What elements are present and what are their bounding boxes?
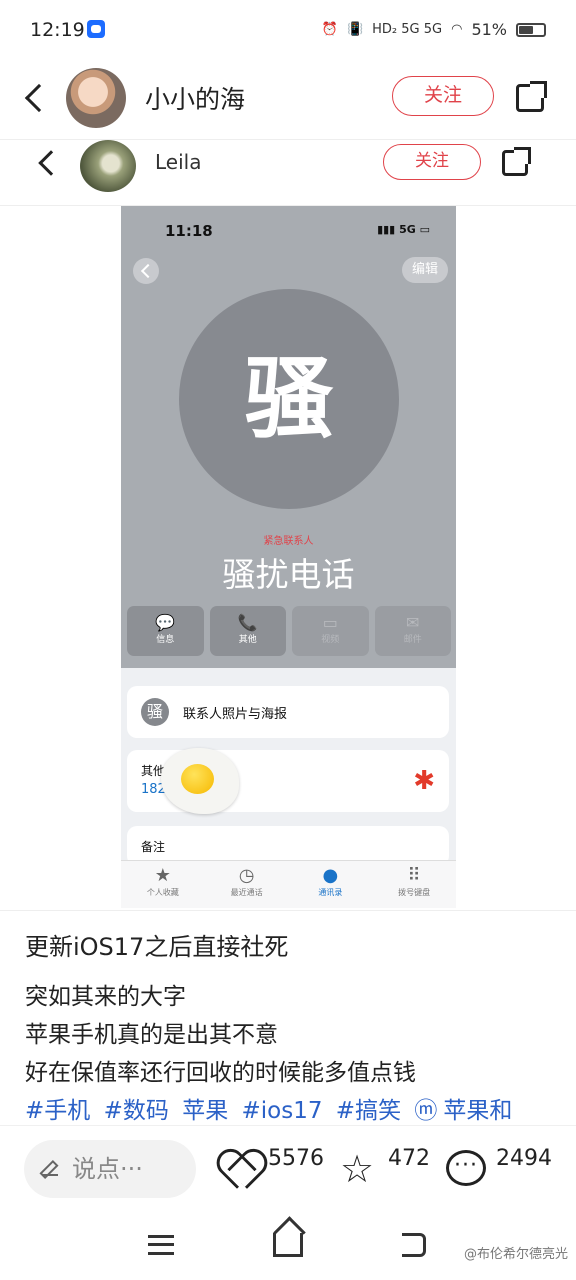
embedded-username: Leila: [155, 150, 202, 174]
action-phone: 📞 其他: [209, 606, 286, 656]
battery-text: 51%: [471, 20, 507, 39]
star-count: 472: [388, 1146, 430, 1171]
status-bar: 12:19 ⏰ 📳 HD₂ 5G 5G ◠ 51%: [0, 0, 576, 60]
emergency-label: 紧急联系人: [263, 536, 314, 547]
keypad-icon: ⠿: [407, 865, 421, 886]
pencil-icon: [42, 1162, 58, 1176]
red-star-icon: ✱: [413, 766, 435, 796]
heart-icon[interactable]: [219, 1152, 259, 1188]
star-icon[interactable]: ☆: [340, 1150, 374, 1188]
phone-time: 11:18: [165, 222, 213, 240]
tab-contacts: ● 通讯录: [289, 861, 373, 908]
network-icon: HD₂ 5G 5G: [372, 22, 443, 37]
share-icon[interactable]: [516, 81, 547, 112]
like-count: 5576: [268, 1146, 324, 1171]
comment-count: 2494: [496, 1146, 552, 1171]
action-bar: 说点··· 5576 ☆ 472 2494: [0, 1125, 576, 1215]
clock-icon: ◷: [238, 865, 255, 886]
tag-link[interactable]: #搞笑: [336, 1098, 401, 1124]
post-line: 苹果手机真的是出其不意: [25, 1022, 278, 1048]
username[interactable]: 小小的海: [145, 80, 245, 116]
system-nav: @布伦希尔德亮光: [0, 1215, 576, 1280]
message-icon: 💬: [155, 613, 176, 632]
notes-label: 备注: [141, 840, 166, 854]
tag-link[interactable]: #数码: [104, 1098, 169, 1124]
status-icons: ⏰ 📳 HD₂ 5G 5G ◠ 51%: [322, 20, 546, 39]
post-line: 突如其来的大字: [25, 984, 186, 1010]
contact-actions: 💬 信息 📞 其他 ▭ 视频 ✉ 邮件: [127, 606, 451, 656]
status-time: 12:19: [30, 19, 85, 41]
watermark: @布伦希尔德亮光: [463, 1247, 568, 1262]
tag-link[interactable]: 苹果和: [443, 1098, 512, 1124]
post-title: 更新iOS17之后直接社死: [25, 933, 289, 961]
battery-icon: [516, 22, 546, 37]
embedded-follow-button: 关注: [383, 144, 481, 180]
embedded-avatar: [80, 140, 136, 192]
embedded-back-icon: [38, 150, 64, 176]
back-nav-icon[interactable]: [402, 1233, 426, 1257]
comment-placeholder: 说点···: [72, 1155, 143, 1183]
top-nav: 小小的海 关注: [0, 60, 576, 140]
tab-recents: ◷ 最近通话: [205, 861, 289, 908]
menu-icon[interactable]: [148, 1235, 174, 1255]
phone-back-icon: [133, 258, 159, 284]
photo-card-label: 联系人照片与海报: [183, 707, 288, 722]
tag-link[interactable]: #ios17: [242, 1098, 323, 1124]
avatar[interactable]: [66, 68, 126, 128]
tag-link[interactable]: #手机: [25, 1098, 90, 1124]
phone-icon: 📞: [237, 613, 258, 632]
photo-card: 骚 联系人照片与海报: [127, 686, 449, 738]
mini-avatar: 骚: [141, 698, 169, 726]
video-icon: ▭: [322, 613, 338, 632]
comment-icon[interactable]: [446, 1150, 486, 1186]
topic-icon: ⓜ: [414, 1098, 438, 1124]
back-icon[interactable]: [24, 83, 54, 113]
tab-keypad: ⠿ 拨号键盘: [372, 861, 456, 908]
action-message: 💬 信息: [127, 606, 204, 656]
post-content: 更新iOS17之后直接社死 突如其来的大字 苹果手机真的是出其不意 好在保值率还…: [0, 910, 576, 1125]
post-image[interactable]: Leila 关注 11:18 ▮▮▮ 5G ▭ 编辑 骚 紧急联系人 骚扰电话 …: [0, 140, 576, 910]
post-tags: #手机 #数码 苹果 #ios17 #搞笑 ⓜ 苹果和: [25, 1091, 518, 1125]
wifi-icon: ◠: [451, 22, 463, 37]
phone-screenshot: 11:18 ▮▮▮ 5G ▭ 编辑 骚 紧急联系人 骚扰电话 💬 信息 📞 其他 ▭…: [121, 206, 456, 908]
vibrate-icon: 📳: [346, 22, 364, 37]
alarm-icon: ⏰: [321, 22, 338, 37]
follow-button[interactable]: 关注: [392, 76, 494, 116]
contact-details: 骚 联系人照片与海报 其他 182 ✱ 备注 ★ 个人收藏 ◷ 最近通话 ● 通讯录 …: [121, 668, 456, 908]
home-icon[interactable]: [273, 1233, 303, 1257]
phone-signal: ▮▮▮ 5G ▭: [377, 223, 430, 236]
action-video: ▭ 视频: [292, 606, 369, 656]
app-notification-icon: [87, 20, 105, 38]
phone-tabbar: ★ 个人收藏 ◷ 最近通话 ● 通讯录 ⠿ 拨号键盘: [121, 860, 456, 908]
contact-avatar: 骚: [179, 289, 399, 509]
tab-favorites: ★ 个人收藏: [121, 861, 205, 908]
embedded-share-icon: [502, 147, 531, 176]
phone-edit-button: 编辑: [402, 257, 448, 283]
contact-name: 骚扰电话: [222, 555, 355, 594]
action-mail: ✉ 邮件: [374, 606, 451, 656]
post-line: 好在保值率还行回收的时候能多值点钱: [25, 1060, 416, 1086]
contacts-icon: ●: [322, 865, 339, 886]
mail-icon: ✉: [406, 613, 420, 632]
comment-input[interactable]: 说点···: [24, 1140, 196, 1198]
tag-link[interactable]: 苹果: [182, 1098, 228, 1124]
embedded-nav: Leila 关注: [0, 140, 576, 206]
star-icon: ★: [154, 865, 171, 886]
